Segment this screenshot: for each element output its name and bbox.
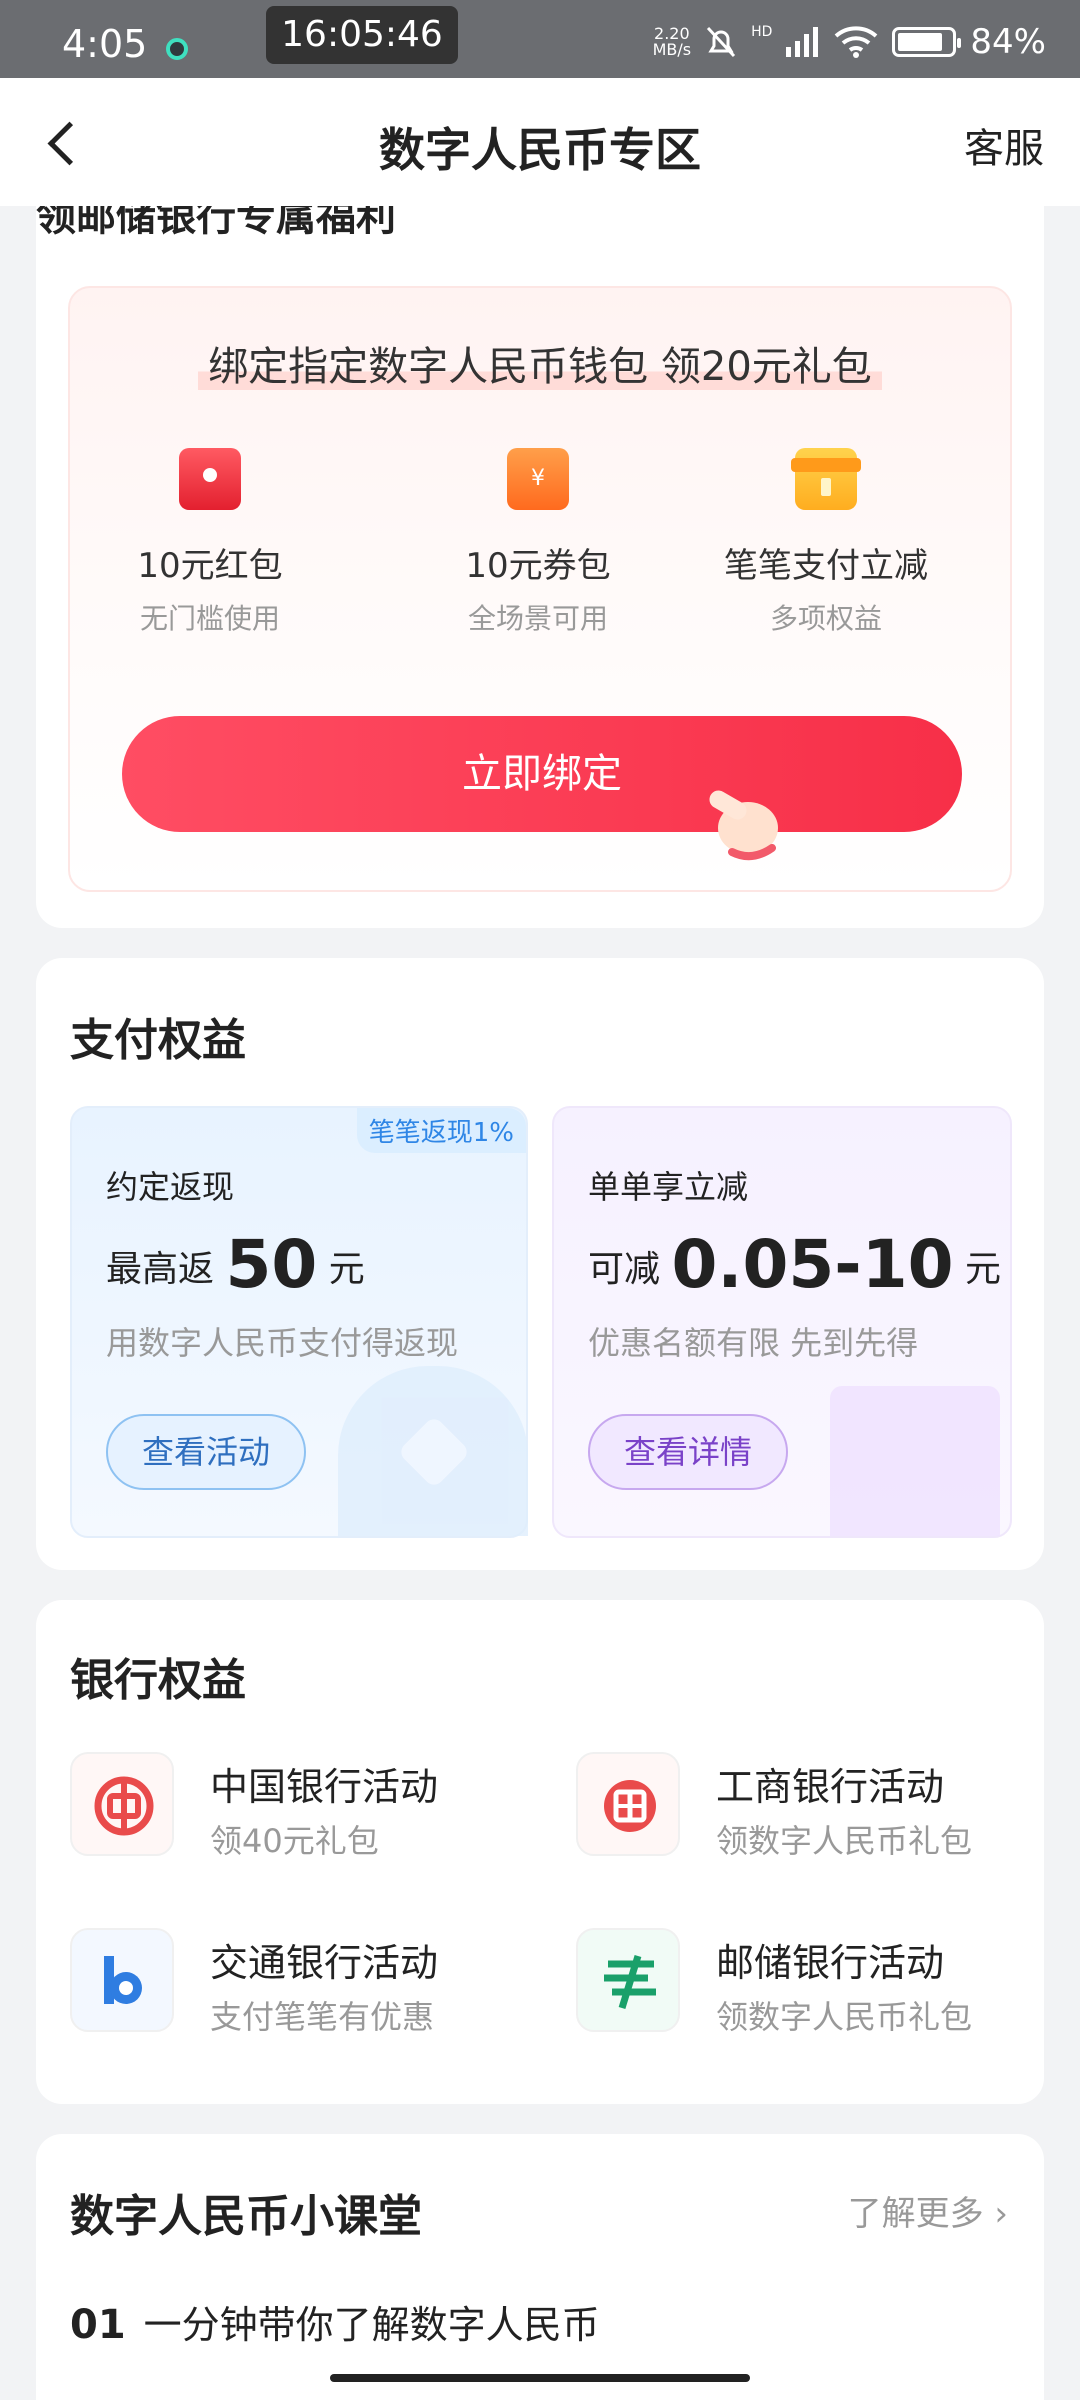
view-activity-button[interactable]: 查看活动 <box>106 1414 307 1490</box>
lesson-item[interactable]: 01 一分钟带你了解数字人民币 <box>70 2294 600 2349</box>
red-packet-icon <box>179 448 241 510</box>
benefit-name: 笔笔支付立减 <box>724 546 928 586</box>
cashback-card[interactable]: 笔笔返现1% 约定返现 最高返 50 元 用数字人民币支付得返现 查看活动 <box>70 1106 528 1538</box>
bank-item-bocom[interactable]: 交通银行活动 支付笔笔有优惠 <box>70 1928 510 2038</box>
gift-headline-text: 绑定指定数字人民币钱包 领20元礼包 <box>198 344 882 390</box>
lesson-number: 01 <box>70 2302 126 2348</box>
customer-service-link[interactable]: 客服 <box>964 116 1044 174</box>
bank-name: 邮储银行活动 <box>716 1941 945 1985</box>
classroom-card: 数字人民币小课堂 了解更多 › 01 一分钟带你了解数字人民币 <box>36 2134 1044 2400</box>
app-notification-icon <box>166 38 188 60</box>
gift-package-box: 绑定指定数字人民币钱包 领20元礼包 10元红包 无门槛使用 ¥ 10元券包 全… <box>68 286 1012 892</box>
psbc-logo-icon <box>576 1928 680 2032</box>
benefit-item: 笔笔支付立减 多项权益 <box>686 448 966 637</box>
gift-headline: 绑定指定数字人民币钱包 领20元礼包 <box>70 334 1010 392</box>
benefit-item: ¥ 10元券包 全场景可用 <box>398 448 678 637</box>
bind-now-button[interactable]: 立即绑定 <box>122 716 962 832</box>
hd-signal-icon: HD <box>751 24 773 40</box>
cell-signal-icon <box>786 27 819 57</box>
bank-item-boc[interactable]: 中国银行活动 领40元礼包 <box>70 1752 510 1862</box>
benefit-sub: 无门槛使用 <box>139 602 280 635</box>
top-nav: 数字人民币专区 客服 <box>0 78 1080 206</box>
amount-value: 50 <box>225 1226 318 1303</box>
bank-sub: 领数字人民币礼包 <box>716 1822 973 1860</box>
card-head: 单单享立减 <box>588 1168 749 1206</box>
amount-unit: 元 <box>328 1249 365 1290</box>
cashback-tag: 笔笔返现1% <box>356 1108 526 1153</box>
amount-value: 0.05-10 <box>671 1226 954 1303</box>
icbc-logo-icon <box>576 1752 680 1856</box>
learn-more-link[interactable]: 了解更多 › <box>848 2186 1008 2235</box>
card-head: 约定返现 <box>106 1168 235 1206</box>
card-amount: 最高返 50 元 <box>106 1226 365 1303</box>
bank-item-icbc[interactable]: 工商银行活动 领数字人民币礼包 <box>576 1752 1016 1862</box>
gift-box-icon <box>791 448 861 510</box>
bank-sub: 支付笔笔有优惠 <box>210 1998 435 2036</box>
benefit-name: 10元红包 <box>137 546 283 586</box>
card-amount: 可减 0.05-10 元 <box>588 1226 1001 1303</box>
benefit-sub: 全场景可用 <box>467 602 608 635</box>
benefit-item: 10元红包 无门槛使用 <box>70 448 350 637</box>
card-desc: 用数字人民币支付得返现 <box>106 1324 459 1362</box>
section-title: 支付权益 <box>70 1015 246 1066</box>
bocom-logo-icon <box>70 1928 174 2032</box>
card-desc: 优惠名额有限 先到先得 <box>588 1324 919 1362</box>
learn-more-label: 了解更多 <box>847 2194 984 2234</box>
bank-benefits-card: 银行权益 中国银行活动 领40元礼包 工商银行活动 领数字人民币礼包 交通银行活… <box>36 1600 1044 2104</box>
battery-percent: 84% <box>970 22 1046 62</box>
section-title: 数字人民币小课堂 <box>70 2191 422 2242</box>
chevron-right-icon: › <box>994 2194 1008 2234</box>
status-bar: 4:05 16:05:46 2.20 MB/s HD 84% <box>0 0 1080 78</box>
mute-bell-icon <box>707 26 736 58</box>
bank-name: 交通银行活动 <box>210 1941 439 1985</box>
amount-unit: 元 <box>965 1249 1002 1290</box>
money-bag-icon <box>338 1366 528 1536</box>
instant-discount-card[interactable]: 单单享立减 可减 0.05-10 元 优惠名额有限 先到先得 查看详情 <box>552 1106 1012 1538</box>
benefit-sub: 多项权益 <box>769 602 882 635</box>
section-title: 银行权益 <box>70 1655 246 1706</box>
coupon-icon: ¥ <box>507 448 569 510</box>
bank-name: 工商银行活动 <box>716 1765 945 1809</box>
bank-sub: 领数字人民币礼包 <box>716 1998 973 2036</box>
bank-sub: 领40元礼包 <box>210 1822 379 1860</box>
wifi-icon <box>835 26 878 58</box>
floating-clock: 16:05:46 <box>266 6 458 64</box>
pointing-hand-icon <box>709 790 778 861</box>
status-time: 4:05 <box>62 22 148 66</box>
amount-prefix: 可减 <box>588 1249 661 1290</box>
payment-benefits-card: 支付权益 笔笔返现1% 约定返现 最高返 50 元 用数字人民币支付得返现 查看… <box>36 958 1044 1570</box>
home-indicator[interactable] <box>330 2374 750 2382</box>
battery-icon <box>892 27 962 57</box>
bank-item-psbc[interactable]: 邮储银行活动 领数字人民币礼包 <box>576 1928 1016 2038</box>
view-details-button[interactable]: 查看详情 <box>588 1414 789 1490</box>
status-icons: 2.20 MB/s HD 84% <box>653 22 1046 62</box>
lesson-title: 一分钟带你了解数字人民币 <box>143 2303 600 2347</box>
gift-decoration-icon <box>830 1386 1000 1536</box>
network-speed: 2.20 MB/s <box>652 24 692 59</box>
bank-name: 中国银行活动 <box>210 1765 439 1809</box>
benefit-name: 10元券包 <box>465 546 611 586</box>
boc-logo-icon <box>70 1752 174 1856</box>
amount-prefix: 最高返 <box>106 1249 215 1290</box>
page-title: 数字人民币专区 <box>379 123 701 177</box>
